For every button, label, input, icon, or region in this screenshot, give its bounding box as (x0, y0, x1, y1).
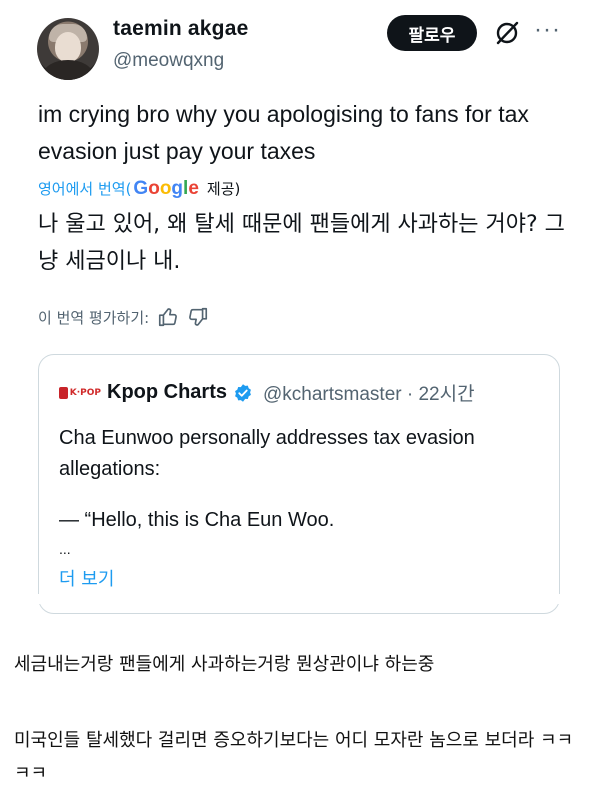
tweet-card: taemin akgae @meowqxng 팔로우 ··· im crying… (0, 0, 600, 614)
quoted-text-line2: — “Hello, this is Cha Eun Woo. (59, 509, 335, 531)
grok-icon[interactable] (494, 20, 520, 46)
quoted-tweet-header: K·POP Kpop Charts @kchartsmaster · 22시간 (59, 379, 475, 406)
user-handle[interactable]: @meowqxng (113, 50, 224, 72)
quoted-handle-time[interactable]: @kchartsmaster · 22시간 (263, 379, 475, 406)
avatar-face (55, 32, 81, 62)
verified-badge-icon (235, 383, 251, 402)
quoted-ellipsis: ... (59, 541, 71, 557)
thumbs-down-icon[interactable] (187, 306, 209, 328)
thumbs-up-icon[interactable] (157, 306, 179, 328)
translated-by: 영어에서 번역( Google 제공) (38, 178, 240, 200)
avatar[interactable] (37, 18, 99, 80)
translator-suffix: 제공) (206, 180, 241, 198)
show-more-link[interactable]: 더 보기 (59, 565, 114, 591)
quoted-text: Cha Eunwoo personally addresses tax evas… (59, 427, 475, 480)
avatar-body (43, 60, 93, 80)
translated-from-label[interactable]: 영어에서 번역( (38, 178, 131, 199)
follow-button[interactable]: 팔로우 (387, 15, 477, 51)
post-comment-1: 세금내는거랑 팬들에게 사과하는거랑 뭔상관이냐 하는중 (14, 654, 435, 675)
screenshot-crop-edge (0, 594, 600, 604)
post-comment-2: 미국인들 탈세했다 걸리면 증오하기보다는 어디 모자란 놈으로 보더라 ㅋㅋㅋ… (14, 730, 574, 784)
more-icon[interactable]: ··· (534, 18, 561, 42)
kpop-charts-logo: K·POP (59, 385, 101, 401)
display-name[interactable]: taemin akgae (113, 17, 248, 41)
page: taemin akgae @meowqxng 팔로우 ··· im crying… (0, 0, 600, 797)
tweet-text: im crying bro why you apologising to fan… (38, 101, 529, 164)
quoted-tweet[interactable]: K·POP Kpop Charts @kchartsmaster · 22시간 … (38, 354, 560, 614)
translated-text: 나 울고 있어, 왜 탈세 때문에 팬들에게 사과하는 거야? 그냥 세금이나 … (38, 212, 565, 274)
quoted-display-name[interactable]: Kpop Charts (107, 381, 227, 404)
google-logo: Google (133, 178, 199, 199)
rate-translation-row: 이 번역 평가하기: (38, 306, 209, 328)
rate-translation-label: 이 번역 평가하기: (38, 308, 150, 327)
